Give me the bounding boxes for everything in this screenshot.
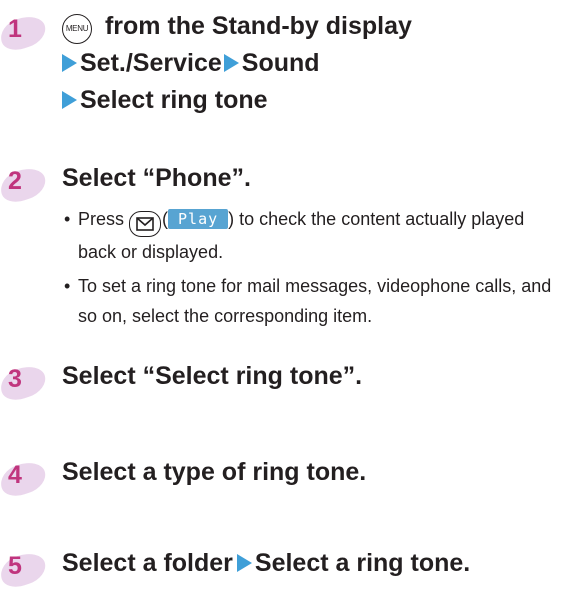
- arrow-icon: [236, 554, 252, 572]
- menu-key-icon: MENU: [62, 13, 92, 44]
- step-number: 3: [8, 365, 22, 393]
- arrow-icon: [62, 54, 77, 72]
- step-2-notes: • Press (Play) to check the content actu…: [64, 204, 564, 335]
- note-text: To set a ring tone for mail messages, vi…: [78, 276, 552, 326]
- note-text: Press: [78, 209, 130, 229]
- step-number: 4: [8, 461, 22, 489]
- note-item: • Press (Play) to check the content actu…: [64, 204, 564, 267]
- step-title: MENU from the Stand-by display Set./Serv…: [62, 8, 412, 119]
- step-line-3: Select ring tone: [62, 82, 412, 119]
- arrow-icon: [223, 54, 239, 72]
- step-line-2: Set./Service Sound: [62, 45, 412, 82]
- step-title: Select a folder Select a ring tone.: [62, 545, 470, 582]
- bullet-dot: •: [64, 276, 71, 296]
- play-softkey-label: Play: [168, 209, 229, 229]
- menu-path-select-ring-tone: Select ring tone: [80, 86, 268, 114]
- arrow-icon: [62, 91, 77, 109]
- note-item: • To set a ring tone for mail messages, …: [64, 271, 564, 331]
- step-number-badge: 1: [0, 8, 60, 56]
- step-number: 1: [8, 15, 22, 43]
- step-title: Select a type of ring tone.: [62, 458, 367, 486]
- step-number: 5: [8, 552, 22, 580]
- step-1-line-1-text: from the Stand-by display: [98, 12, 412, 40]
- step-5-title-a: Select a folder: [62, 549, 233, 577]
- step-number-badge: 4: [0, 454, 60, 502]
- bullet-dot: •: [64, 209, 71, 229]
- menu-path-sound: Sound: [241, 49, 320, 77]
- menu-path-set-service: Set./Service: [80, 49, 222, 77]
- step-number-badge: 5: [0, 545, 60, 593]
- step-number: 2: [8, 167, 22, 195]
- step-line-1: MENU from the Stand-by display: [62, 8, 412, 45]
- step-5-title-b: Select a ring tone.: [254, 549, 471, 577]
- mail-key-icon: [129, 211, 162, 237]
- step-title: Select “Phone”.: [62, 164, 251, 192]
- step-number-badge: 3: [0, 358, 60, 406]
- step-title: Select “Select ring tone”.: [62, 362, 363, 390]
- step-number-badge: 2: [0, 160, 60, 208]
